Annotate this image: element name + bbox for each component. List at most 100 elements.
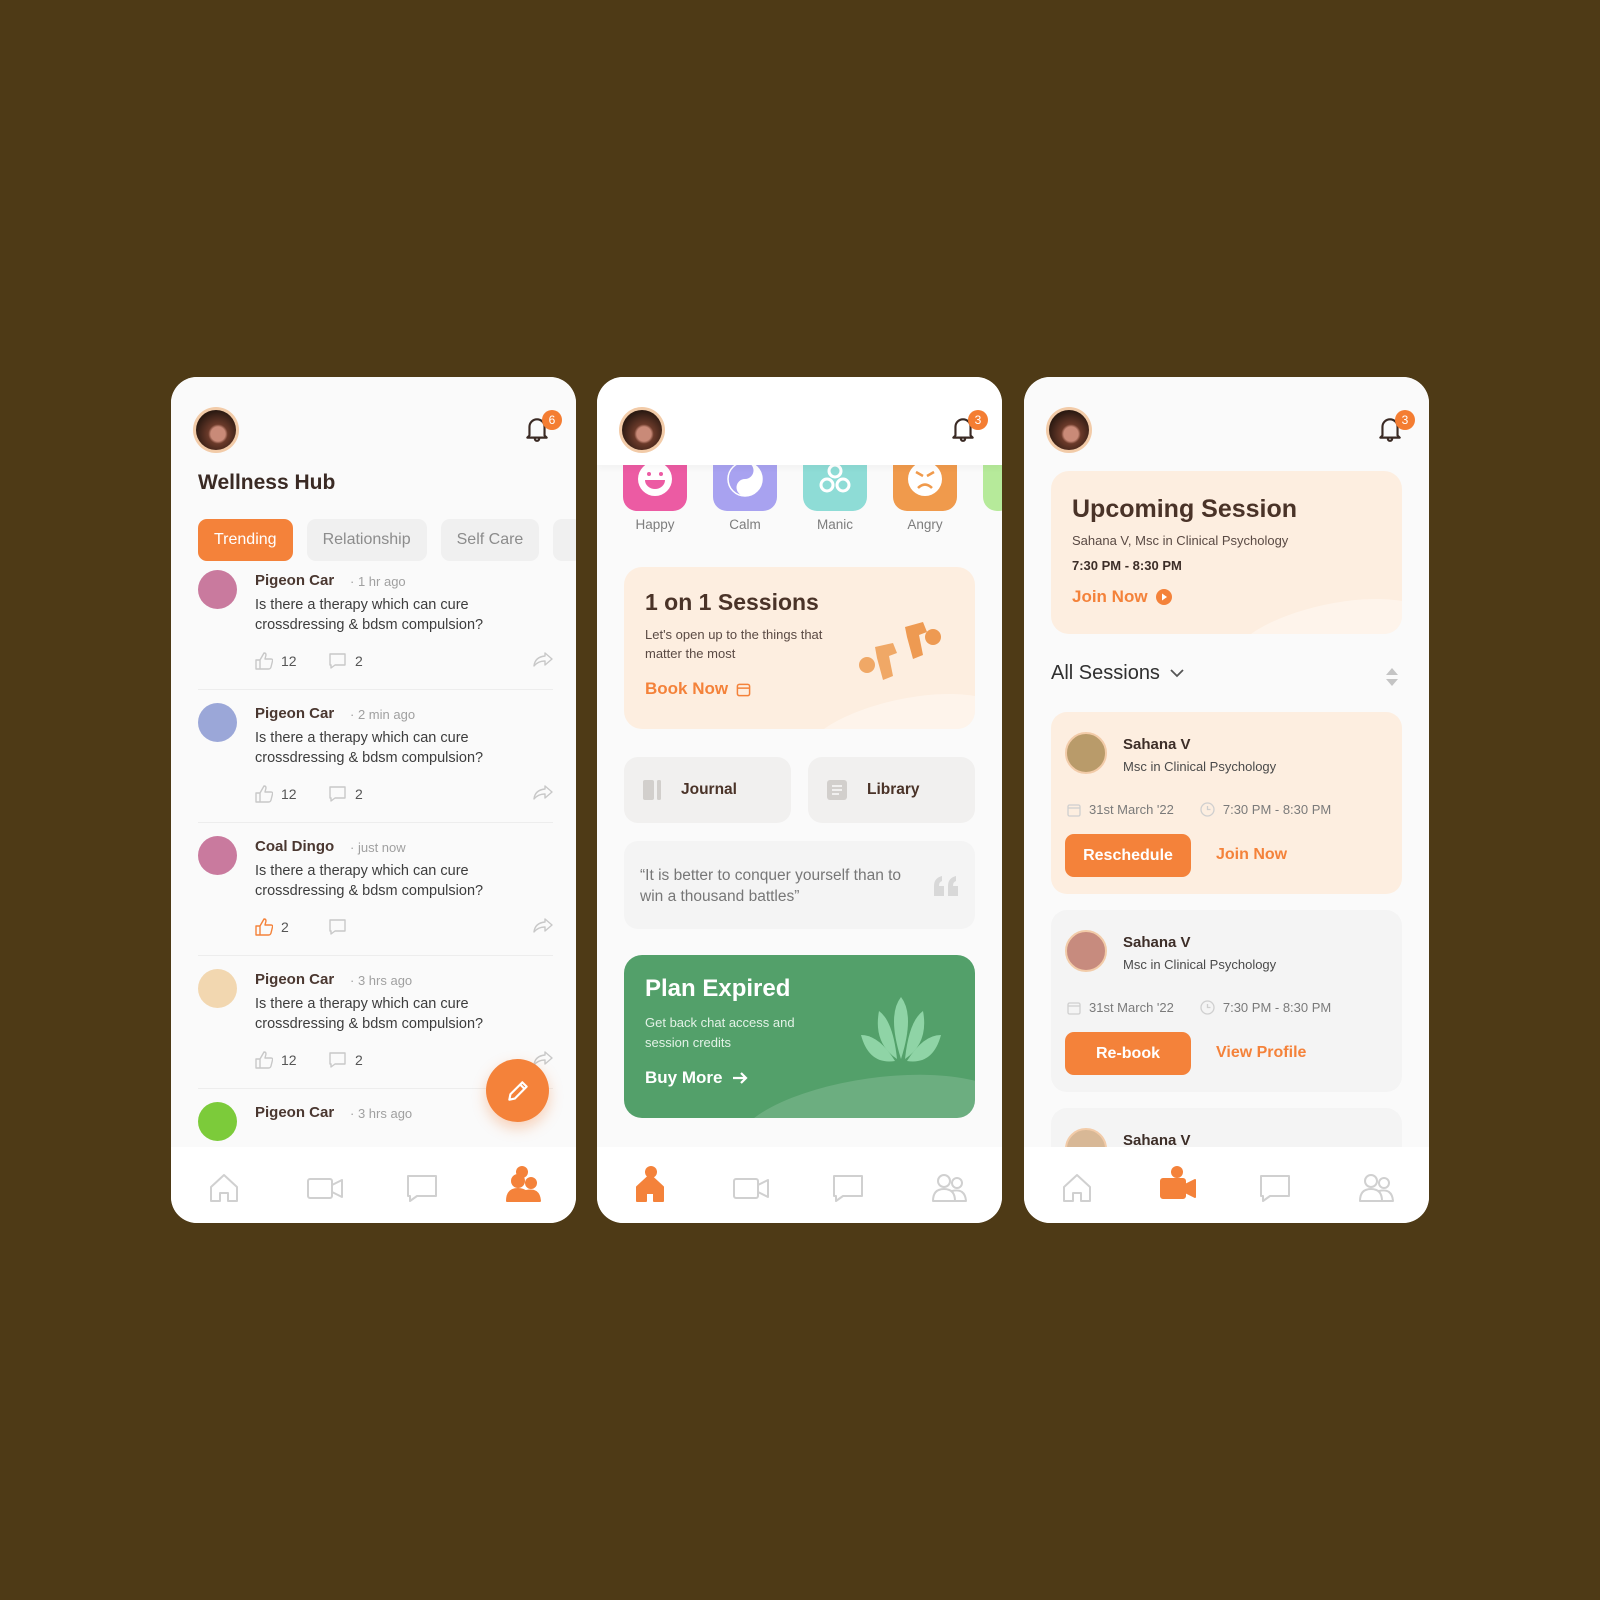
- re-book-button[interactable]: Re-book: [1065, 1032, 1191, 1075]
- share-button[interactable]: [533, 652, 553, 668]
- post-time: · 1 hr ago: [350, 574, 406, 589]
- library-button[interactable]: Library: [808, 757, 975, 823]
- sort-icon[interactable]: [1385, 667, 1399, 687]
- therapist-name: Sahana V: [1123, 934, 1191, 951]
- bottom-nav: [597, 1147, 1002, 1223]
- like-button[interactable]: 12: [255, 652, 297, 670]
- join-now-button[interactable]: Join Now: [1072, 587, 1172, 607]
- tab-trending[interactable]: Trending: [198, 519, 293, 561]
- divider: [198, 955, 553, 956]
- upcoming-session-card: Upcoming Session Sahana V, Msc in Clinic…: [1051, 471, 1402, 634]
- session-date: 31st March '22: [1089, 802, 1174, 817]
- like-icon: [255, 652, 273, 670]
- library-label: Library: [867, 781, 920, 798]
- plan-title: Plan Expired: [645, 975, 791, 1002]
- active-indicator: [1171, 1166, 1183, 1178]
- tab-more[interactable]: [553, 519, 576, 561]
- library-icon: [827, 780, 847, 800]
- nav-home[interactable]: [207, 1171, 243, 1207]
- card-title: 1 on 1 Sessions: [645, 589, 819, 615]
- pencil-icon: [507, 1080, 528, 1101]
- join-now-link[interactable]: Join Now: [1216, 846, 1287, 864]
- like-icon: [255, 918, 273, 936]
- therapist-avatar[interactable]: [1065, 930, 1107, 972]
- mood-label: Happy: [635, 517, 675, 532]
- profile-avatar[interactable]: [619, 407, 665, 453]
- session-date: 31st March '22: [1089, 1000, 1174, 1015]
- book-now-button[interactable]: Book Now: [645, 679, 751, 699]
- card-subtitle: Let's open up to the things that matter …: [645, 627, 823, 661]
- comment-icon: [329, 653, 346, 669]
- like-button[interactable]: 2: [255, 918, 289, 936]
- author-avatar[interactable]: [198, 1102, 237, 1141]
- nav-home[interactable]: [1060, 1171, 1096, 1207]
- author-name[interactable]: Pigeon Car: [255, 572, 334, 589]
- comment-button[interactable]: [328, 918, 355, 936]
- profile-avatar[interactable]: [193, 407, 239, 453]
- video-icon: [307, 1178, 343, 1199]
- tab-self-care[interactable]: Self Care: [440, 519, 540, 561]
- tab-relationship[interactable]: Relationship: [306, 519, 427, 561]
- mood-label: Angry: [907, 517, 943, 532]
- page-title: Wellness Hub: [198, 471, 336, 494]
- author-avatar[interactable]: [198, 836, 237, 875]
- share-button[interactable]: [533, 918, 553, 934]
- comment-button[interactable]: 2: [328, 1051, 363, 1069]
- post-actions: 12 2: [255, 652, 553, 674]
- author-name[interactable]: Coal Dingo: [255, 838, 334, 855]
- calendar-icon: [1067, 803, 1081, 817]
- post-body: Is there a therapy which can cure crossd…: [255, 996, 484, 1032]
- screen-home: 3 Happy Calm Manic Angry 1 on 1 Sessions…: [597, 377, 1002, 1223]
- quote-card: “It is better to conquer yourself than t…: [624, 841, 975, 929]
- chat-icon: [1260, 1175, 1290, 1202]
- nav-video[interactable]: [1159, 1166, 1196, 1207]
- mood-label: Manic: [816, 517, 853, 532]
- shortcut-tiles: Journal Library: [624, 757, 975, 823]
- bottom-nav: [1024, 1147, 1429, 1223]
- like-icon: [255, 785, 273, 803]
- comment-button[interactable]: 2: [328, 652, 363, 670]
- compose-post-button[interactable]: [486, 1059, 549, 1122]
- share-button[interactable]: [533, 785, 553, 801]
- author-name[interactable]: Pigeon Car: [255, 971, 334, 988]
- profile-avatar[interactable]: [1046, 407, 1092, 453]
- nav-chat[interactable]: [831, 1171, 867, 1207]
- like-button[interactable]: 12: [255, 785, 297, 803]
- reschedule-button[interactable]: Reschedule: [1065, 834, 1191, 877]
- like-button[interactable]: 12: [255, 1051, 297, 1069]
- divider: [198, 689, 553, 690]
- therapist-name: Sahana V: [1123, 736, 1191, 753]
- session-time: 7:30 PM - 8:30 PM: [1222, 802, 1332, 817]
- share-icon: [533, 918, 553, 933]
- nav-chat[interactable]: [1258, 1171, 1294, 1207]
- post-actions: 12 2: [255, 785, 553, 807]
- nav-home[interactable]: [633, 1166, 669, 1207]
- all-sessions-label: All Sessions: [1051, 662, 1160, 684]
- people-illustration-icon: [859, 622, 941, 680]
- author-avatar[interactable]: [198, 969, 237, 1008]
- like-count: 12: [281, 786, 297, 802]
- author-name[interactable]: Pigeon Car: [255, 1104, 334, 1121]
- calendar-icon: [1067, 1001, 1081, 1015]
- all-sessions-dropdown[interactable]: All Sessions: [1051, 662, 1184, 685]
- session-card: Sahana V Msc in Clinical Psychology 31st …: [1051, 712, 1402, 894]
- journal-button[interactable]: Journal: [624, 757, 791, 823]
- view-profile-link[interactable]: View Profile: [1216, 1044, 1306, 1062]
- buy-more-button[interactable]: Buy More: [645, 1068, 749, 1088]
- notification-badge: 3: [968, 410, 988, 430]
- author-avatar[interactable]: [198, 703, 237, 742]
- top-bar: 3: [597, 377, 1002, 465]
- nav-video[interactable]: [732, 1171, 769, 1207]
- comment-button[interactable]: 2: [328, 785, 363, 803]
- author-name[interactable]: Pigeon Car: [255, 705, 334, 722]
- nav-community[interactable]: [504, 1166, 541, 1207]
- nav-community[interactable]: [1357, 1171, 1394, 1207]
- nav-video[interactable]: [306, 1171, 343, 1207]
- nav-chat[interactable]: [405, 1171, 441, 1207]
- journal-icon: [643, 780, 661, 800]
- author-avatar[interactable]: [198, 570, 237, 609]
- therapist-avatar[interactable]: [1065, 732, 1107, 774]
- comment-count: 2: [355, 786, 363, 802]
- top-bar: 3: [1024, 377, 1429, 465]
- nav-community[interactable]: [930, 1171, 967, 1207]
